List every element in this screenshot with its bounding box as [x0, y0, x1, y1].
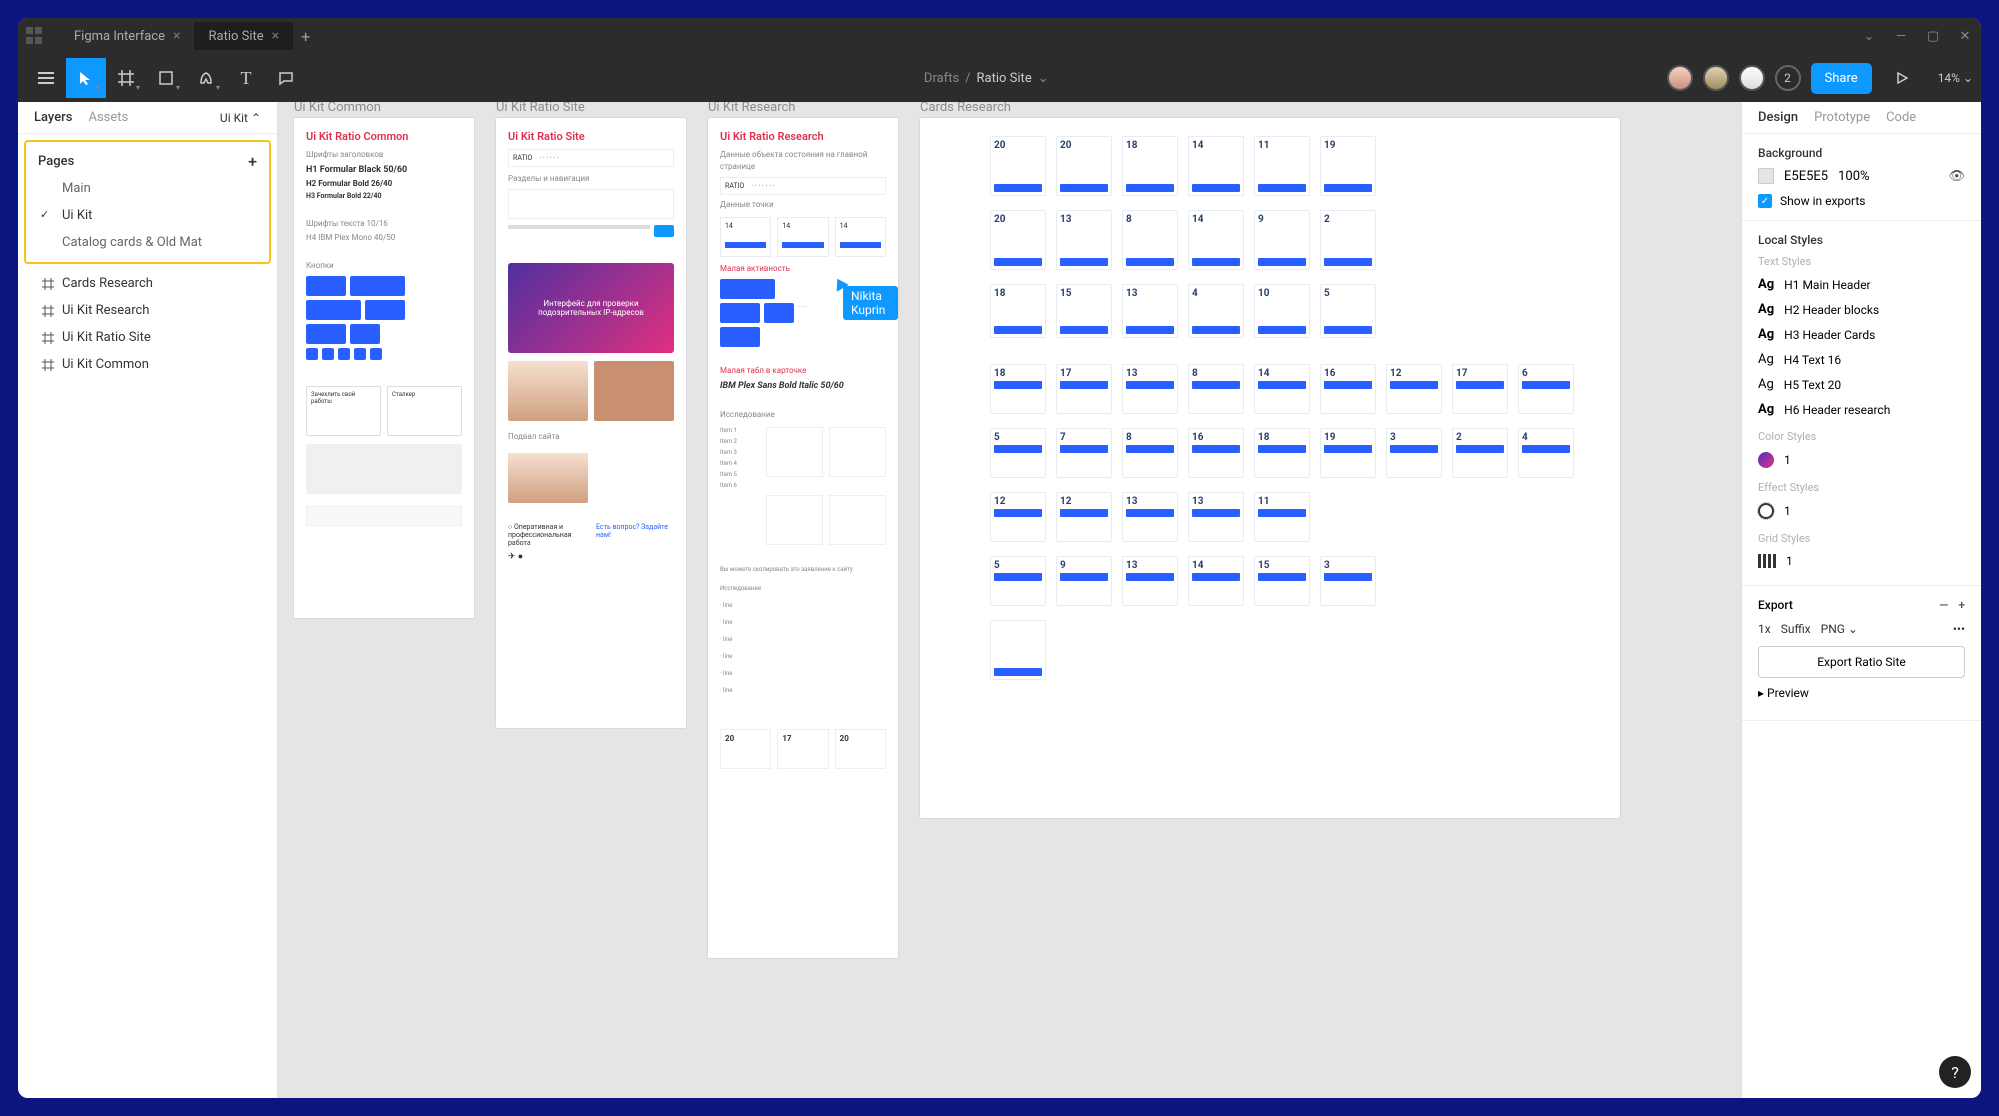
- color-style-1[interactable]: 1: [1758, 447, 1965, 473]
- background-label: Background: [1758, 146, 1965, 160]
- collaborator-cursor-label: Nikita Kuprin: [843, 286, 898, 320]
- shape-tool[interactable]: [146, 58, 186, 98]
- effect-icon: [1758, 503, 1774, 519]
- right-panel: Design Prototype Code Background E5E5E5 …: [1741, 102, 1981, 1098]
- breadcrumb-root[interactable]: Drafts: [924, 71, 959, 86]
- more-icon[interactable]: •••: [1953, 622, 1965, 636]
- menu-button[interactable]: [26, 58, 66, 98]
- export-format[interactable]: PNG ⌄: [1821, 622, 1858, 636]
- layer-uikit-common[interactable]: Ui Kit Common: [18, 351, 277, 378]
- text-style-h5[interactable]: AgH5 Text 20: [1758, 372, 1965, 397]
- toolbar: T Drafts / Ratio Site ⌄ 2 Share 14% ⌄: [18, 54, 1981, 102]
- export-suffix-label[interactable]: Suffix: [1781, 622, 1811, 636]
- frame-icon: [42, 305, 54, 317]
- close-icon[interactable]: ×: [272, 28, 279, 44]
- move-tool[interactable]: [66, 58, 106, 98]
- titlebar: Figma Interface× Ratio Site× + ⌄ — ▢ ✕: [18, 18, 1981, 54]
- canvas[interactable]: Ui Kit Common Ui Kit Ratio Common Шрифты…: [278, 102, 1741, 1098]
- app-menu-icon[interactable]: [26, 27, 44, 45]
- page-selector[interactable]: Ui Kit ⌃: [220, 111, 261, 125]
- effect-style-1[interactable]: 1: [1758, 498, 1965, 524]
- breadcrumb-current[interactable]: Ratio Site: [977, 71, 1032, 86]
- grid-icon: [1758, 554, 1776, 568]
- eye-icon[interactable]: 👁: [1948, 169, 1965, 184]
- maximize-icon[interactable]: ▢: [1925, 29, 1941, 44]
- plus-icon[interactable]: +: [1958, 598, 1965, 612]
- grid-style-1[interactable]: 1: [1758, 549, 1965, 573]
- export-label: Export: [1758, 598, 1793, 612]
- frame-label[interactable]: Ui Kit Common: [294, 102, 381, 115]
- avatar[interactable]: [1667, 65, 1693, 91]
- share-button[interactable]: Share: [1811, 63, 1872, 94]
- tab-design[interactable]: Design: [1758, 110, 1798, 125]
- frame-cards-research[interactable]: 20 20 18 14 11 19 20 13 8 14 9 2: [920, 118, 1620, 818]
- export-scale[interactable]: 1x: [1758, 622, 1771, 636]
- text-styles-label: Text Styles: [1758, 255, 1965, 268]
- avatar[interactable]: [1703, 65, 1729, 91]
- text-style-h6[interactable]: AgH6 Header research: [1758, 397, 1965, 422]
- frame-label[interactable]: Ui Kit Ratio Site: [496, 102, 585, 115]
- frame-icon: [42, 278, 54, 290]
- text-style-h2[interactable]: AgH2 Header blocks: [1758, 297, 1965, 322]
- add-tab-button[interactable]: +: [293, 27, 318, 46]
- frame-icon: [42, 359, 54, 371]
- frame-tool[interactable]: [106, 58, 146, 98]
- background-opacity[interactable]: 100%: [1838, 169, 1869, 184]
- tab-ratio-site[interactable]: Ratio Site×: [194, 22, 293, 50]
- frame-uikit-common[interactable]: Ui Kit Ratio Common Шрифты заголовков H1…: [294, 118, 474, 618]
- preview-toggle[interactable]: ▸ Preview: [1758, 678, 1965, 708]
- background-hex[interactable]: E5E5E5: [1784, 169, 1828, 184]
- show-in-exports-checkbox[interactable]: ✓: [1758, 194, 1772, 208]
- text-tool[interactable]: T: [226, 58, 266, 98]
- color-styles-label: Color Styles: [1758, 430, 1965, 443]
- user-count[interactable]: 2: [1775, 65, 1801, 91]
- frame-uikit-ratiosite[interactable]: Ui Kit Ratio Site RATIO · · · · · · Разд…: [496, 118, 686, 728]
- color-swatch-icon: [1758, 452, 1774, 468]
- page-item-uikit[interactable]: Ui Kit: [26, 202, 269, 229]
- add-page-button[interactable]: +: [248, 152, 257, 171]
- frame-label[interactable]: Cards Research: [920, 102, 1011, 115]
- avatar[interactable]: [1739, 65, 1765, 91]
- layer-uikit-ratiosite[interactable]: Ui Kit Ratio Site: [18, 324, 277, 351]
- tab-code[interactable]: Code: [1886, 110, 1916, 125]
- close-icon[interactable]: ×: [173, 28, 180, 44]
- effect-styles-label: Effect Styles: [1758, 481, 1965, 494]
- tab-figma-interface[interactable]: Figma Interface×: [60, 22, 194, 50]
- pen-tool[interactable]: [186, 58, 226, 98]
- tab-prototype[interactable]: Prototype: [1814, 110, 1870, 125]
- comment-tool[interactable]: [266, 58, 306, 98]
- text-style-h3[interactable]: AgH3 Header Cards: [1758, 322, 1965, 347]
- background-swatch[interactable]: [1758, 168, 1774, 184]
- chevron-down-icon[interactable]: ⌄: [1038, 71, 1049, 86]
- tab-layers[interactable]: Layers: [34, 110, 72, 125]
- export-button[interactable]: Export Ratio Site: [1758, 646, 1965, 678]
- pages-section: Pages + Main Ui Kit Catalog cards & Old …: [24, 140, 271, 264]
- page-item-main[interactable]: Main: [26, 175, 269, 202]
- show-in-exports-label: Show in exports: [1780, 194, 1865, 208]
- local-styles-label: Local Styles: [1758, 233, 1965, 247]
- frame-uikit-research[interactable]: Ui Kit Ratio Research Данные объекта сос…: [708, 118, 898, 958]
- layer-cards-research[interactable]: Cards Research: [18, 270, 277, 297]
- frame-icon: [42, 332, 54, 344]
- zoom-level[interactable]: 14% ⌄: [1938, 71, 1973, 85]
- grid-styles-label: Grid Styles: [1758, 532, 1965, 545]
- minus-icon[interactable]: —: [1939, 598, 1948, 612]
- frame-label[interactable]: Ui Kit Research: [708, 102, 795, 115]
- chevron-down-icon[interactable]: ⌄: [1861, 29, 1877, 44]
- pages-label: Pages: [38, 154, 74, 169]
- help-button[interactable]: ?: [1939, 1056, 1971, 1088]
- layer-uikit-research[interactable]: Ui Kit Research: [18, 297, 277, 324]
- left-panel: Layers Assets Ui Kit ⌃ Pages + Main Ui K…: [18, 102, 278, 1098]
- page-item-catalog[interactable]: Catalog cards & Old Mat: [26, 229, 269, 256]
- tab-assets[interactable]: Assets: [88, 110, 128, 125]
- minimize-icon[interactable]: —: [1893, 29, 1909, 44]
- text-style-h1[interactable]: AgH1 Main Header: [1758, 272, 1965, 297]
- close-window-icon[interactable]: ✕: [1957, 29, 1973, 44]
- text-style-h4[interactable]: AgH4 Text 16: [1758, 347, 1965, 372]
- present-button[interactable]: [1882, 58, 1922, 98]
